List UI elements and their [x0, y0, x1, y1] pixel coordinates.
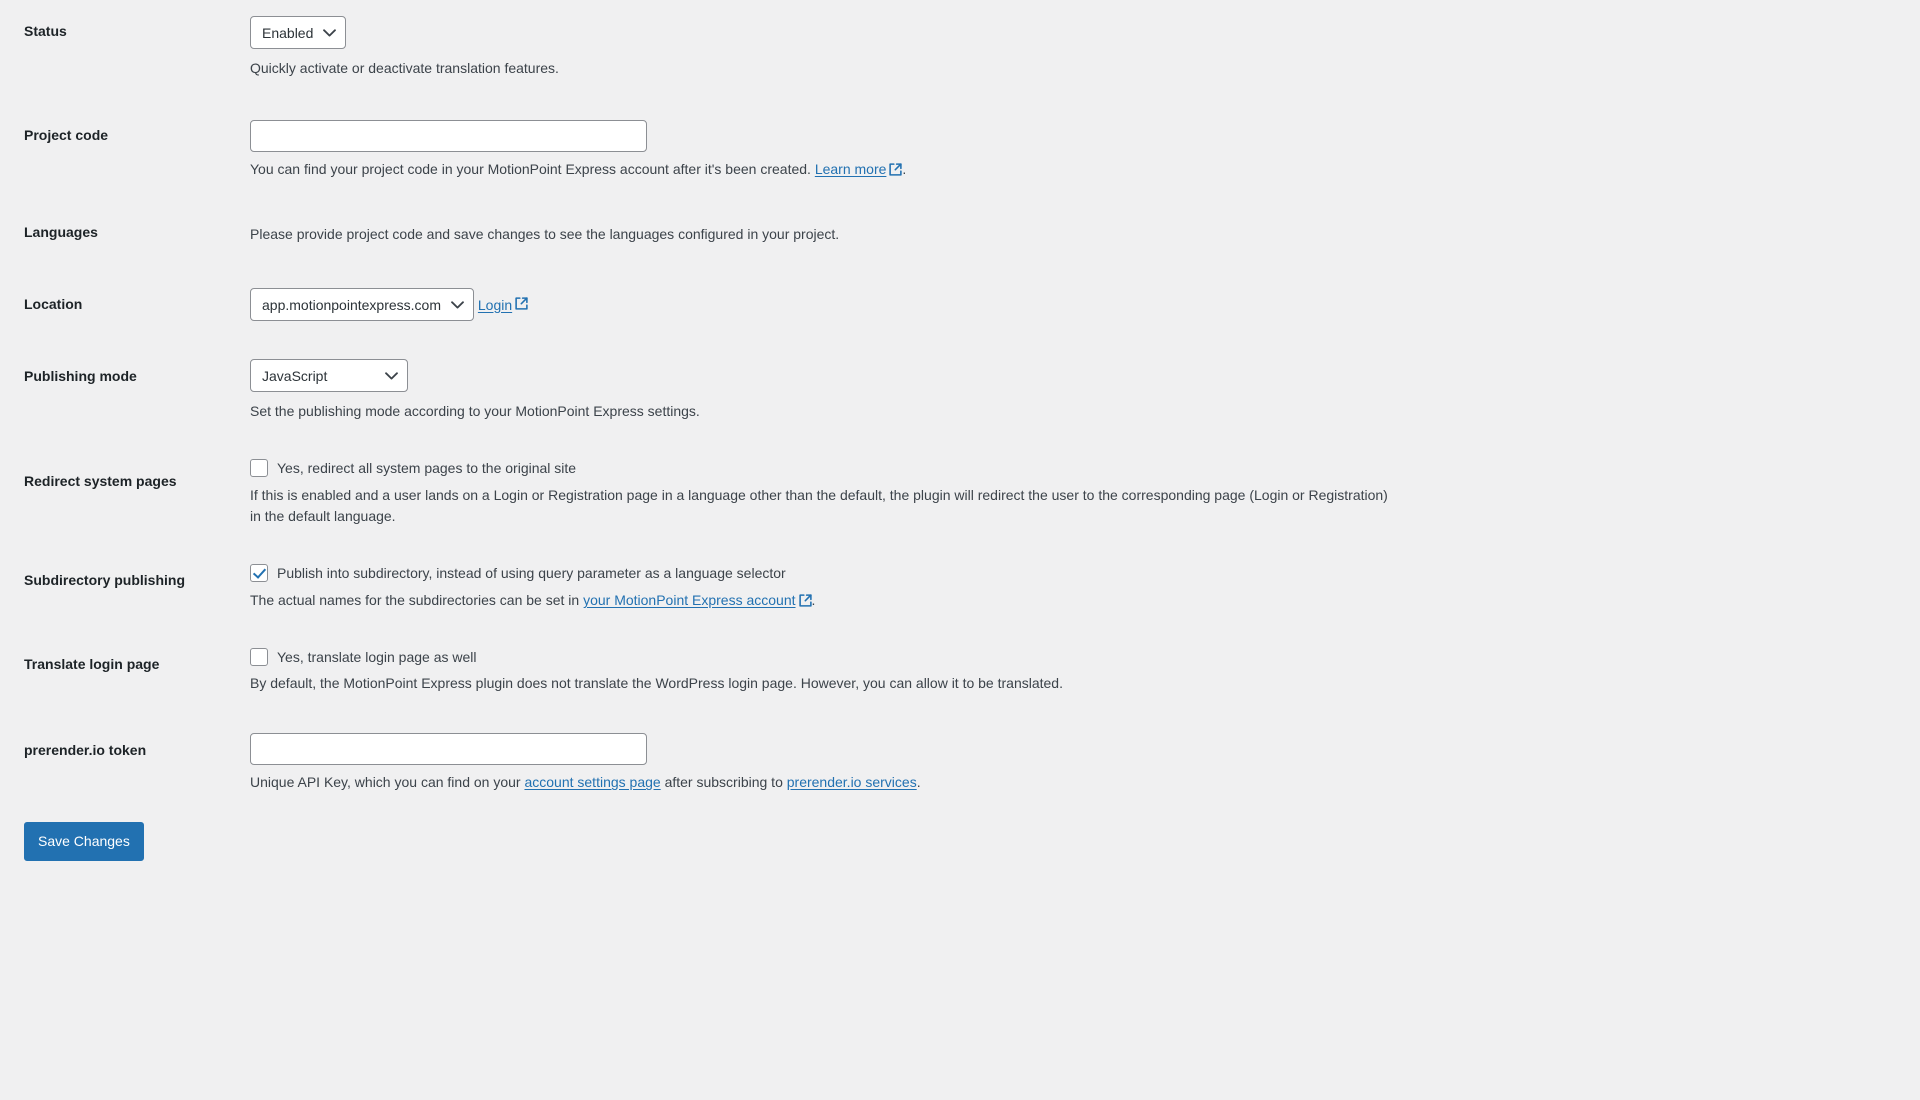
- publishing-mode-description: Set the publishing mode according to you…: [250, 403, 700, 420]
- label-subdirectory-publishing: Subdirectory publishing: [24, 572, 186, 589]
- account-settings-page-link[interactable]: account settings page: [524, 774, 660, 790]
- redirect-system-pages-checkbox-row: Yes, redirect all system pages to the or…: [250, 458, 1910, 478]
- prerender-token-description: Unique API Key, which you can find on yo…: [250, 772, 1390, 794]
- row-redirect-system-pages: Redirect system pages Yes, redirect all …: [0, 435, 1920, 538]
- field-prerender-token: Unique API Key, which you can find on yo…: [250, 705, 1920, 804]
- prerender-description-part1: Unique API Key, which you can find on yo…: [250, 774, 525, 791]
- subdirectory-publishing-checkbox-label[interactable]: Publish into subdirectory, instead of us…: [277, 564, 786, 583]
- translate-login-page-description: By default, the MotionPoint Express plug…: [250, 675, 1063, 692]
- status-select-value: Enabled: [262, 24, 314, 41]
- label-translate-login-page: Translate login page: [24, 655, 160, 672]
- row-translate-login-page: Translate login page Yes, translate logi…: [0, 624, 1920, 706]
- redirect-system-pages-checkbox[interactable]: [250, 458, 268, 477]
- save-changes-button[interactable]: Save Changes: [24, 821, 144, 861]
- project-code-description-text: You can find your project code in your M…: [250, 160, 815, 177]
- row-publishing-mode: Publishing mode JavaScript Set the publi…: [0, 333, 1920, 435]
- settings-page: Status Enabled Quickly activate or deact…: [0, 0, 1920, 1100]
- submit-section: Save Changes: [0, 804, 1920, 861]
- row-project-code: Project code You can find your project c…: [0, 90, 1920, 193]
- external-link-icon: [798, 592, 812, 614]
- learn-more-link[interactable]: Learn more: [815, 161, 887, 177]
- row-status: Status Enabled Quickly activate or deact…: [0, 0, 1920, 90]
- external-link-icon: [515, 295, 528, 316]
- location-select[interactable]: app.motionpointexpress.com: [250, 288, 474, 322]
- field-location: app.motionpointexpress.com Login: [250, 262, 1920, 334]
- languages-description: Please provide project code and save cha…: [250, 226, 840, 243]
- settings-form-table: Status Enabled Quickly activate or deact…: [0, 0, 1920, 804]
- subdirectory-publishing-checkbox[interactable]: [250, 564, 268, 583]
- label-project-code: Project code: [24, 126, 109, 143]
- status-select[interactable]: Enabled: [250, 16, 347, 49]
- subdirectory-publishing-description-text: The actual names for the subdirectories …: [250, 591, 584, 608]
- external-link-icon: [889, 161, 903, 183]
- field-project-code: You can find your project code in your M…: [250, 90, 1920, 193]
- publishing-mode-select-value: JavaScript: [262, 367, 328, 384]
- field-status: Enabled Quickly activate or deactivate t…: [250, 0, 1920, 90]
- row-location: Location app.motionpointexpress.com Logi…: [0, 262, 1920, 334]
- chevron-down-icon: [385, 371, 398, 380]
- subdirectory-publishing-checkbox-row: Publish into subdirectory, instead of us…: [250, 564, 1910, 583]
- field-translate-login-page: Yes, translate login page as well By def…: [250, 624, 1920, 706]
- status-description: Quickly activate or deactivate translati…: [250, 60, 559, 76]
- label-publishing-mode: Publishing mode: [24, 368, 137, 385]
- project-code-description-suffix: .: [902, 160, 907, 177]
- field-redirect-system-pages: Yes, redirect all system pages to the or…: [250, 435, 1920, 538]
- field-subdirectory-publishing: Publish into subdirectory, instead of us…: [250, 538, 1920, 624]
- label-location: Location: [24, 295, 83, 312]
- subdirectory-publishing-description-suffix: .: [811, 591, 816, 608]
- chevron-down-icon: [451, 300, 464, 309]
- location-select-value: app.motionpointexpress.com: [262, 296, 441, 313]
- translate-login-page-checkbox[interactable]: [250, 647, 268, 666]
- field-publishing-mode: JavaScript Set the publishing mode accor…: [250, 333, 1920, 435]
- prerender-description-part2: after subscribing to: [660, 774, 787, 791]
- motionpoint-account-link[interactable]: your MotionPoint Express account: [583, 592, 795, 608]
- subdirectory-publishing-description: The actual names for the subdirectories …: [250, 590, 1390, 614]
- row-prerender-token: prerender.io token Unique API Key, which…: [0, 705, 1920, 804]
- login-link[interactable]: Login: [478, 295, 512, 316]
- translate-login-page-checkbox-row: Yes, translate login page as well: [250, 647, 1910, 667]
- project-code-description: You can find your project code in your M…: [250, 159, 1390, 183]
- prerender-token-input[interactable]: [250, 733, 647, 766]
- project-code-input[interactable]: [250, 119, 647, 152]
- row-languages: Languages Please provide project code an…: [0, 192, 1920, 261]
- redirect-system-pages-checkbox-label[interactable]: Yes, redirect all system pages to the or…: [277, 459, 576, 478]
- label-status: Status: [24, 23, 67, 39]
- field-languages: Please provide project code and save cha…: [250, 192, 1920, 261]
- row-subdirectory-publishing: Subdirectory publishing Publish into sub…: [0, 538, 1920, 624]
- label-redirect-system-pages: Redirect system pages: [24, 472, 177, 489]
- chevron-down-icon: [323, 28, 337, 36]
- prerender-description-part3: .: [916, 774, 921, 791]
- redirect-system-pages-description: If this is enabled and a user lands on a…: [250, 486, 1388, 525]
- publishing-mode-select[interactable]: JavaScript: [250, 359, 408, 393]
- translate-login-page-checkbox-label[interactable]: Yes, translate login page as well: [277, 648, 477, 667]
- prerender-services-link[interactable]: prerender.io services: [787, 774, 917, 790]
- location-login-row: Login: [478, 295, 528, 316]
- label-prerender-token: prerender.io token: [24, 742, 147, 759]
- label-languages: Languages: [24, 224, 98, 241]
